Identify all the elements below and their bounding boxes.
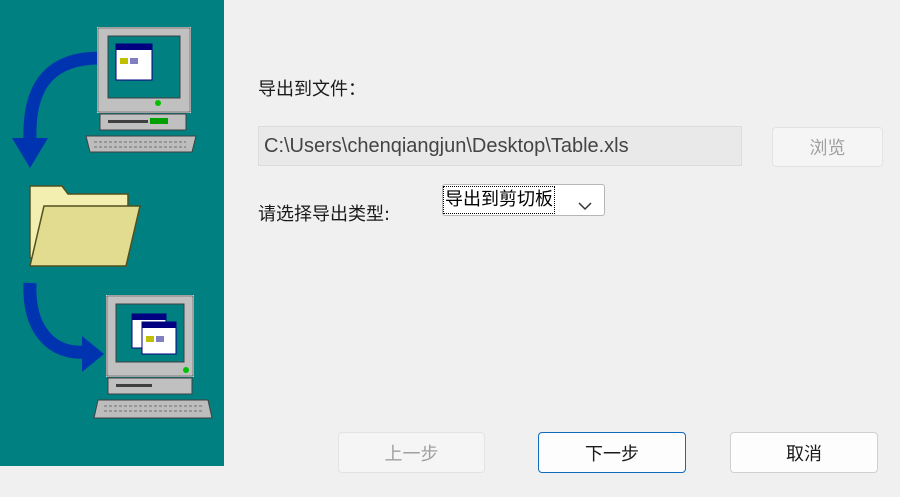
curved-arrow-icon [23,282,104,372]
next-button[interactable]: 下一步 [538,432,686,473]
curved-arrow-icon [12,51,101,168]
export-path-field[interactable] [258,126,742,166]
computer-icon [85,27,197,153]
back-button[interactable]: 上一步 [338,432,485,473]
wizard-illustration-panel [0,0,224,466]
browse-button[interactable]: 浏览 [772,127,883,167]
cancel-button[interactable]: 取消 [730,432,878,473]
export-type-select[interactable]: 导出到剪切板 [442,184,605,216]
chevron-down-icon [578,195,592,216]
export-dialog: 导出到文件： 浏览 请选择导出类型: 导出到剪切板 上一步 下一步 取消 [0,0,900,497]
computer-icon [93,295,213,419]
export-file-label: 导出到文件： [258,79,366,100]
folder-icon [29,185,141,267]
export-type-label: 请选择导出类型: [258,204,391,225]
export-type-selected-value: 导出到剪切板 [443,186,555,214]
